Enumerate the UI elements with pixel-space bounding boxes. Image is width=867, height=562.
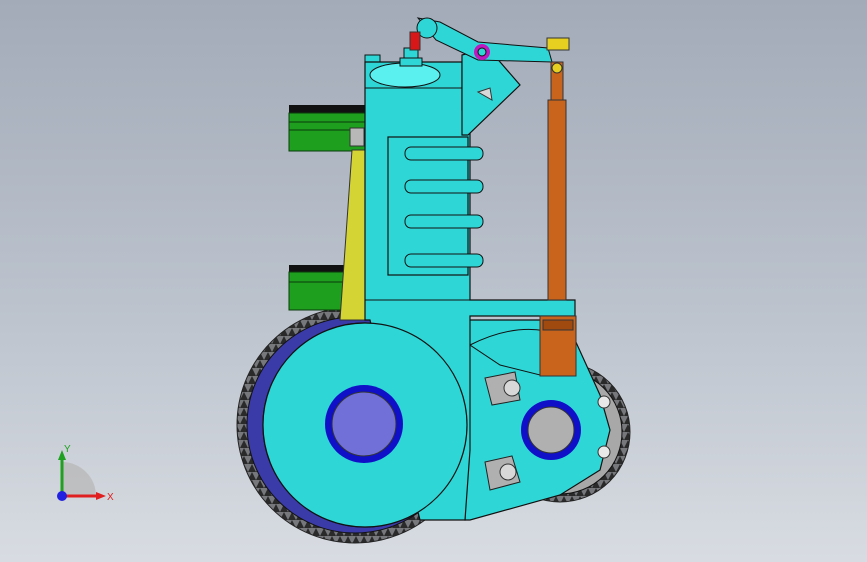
upper-piston[interactable]: [288, 105, 366, 152]
lower-piston[interactable]: [288, 265, 350, 311]
coordinate-triad: Y X: [57, 444, 114, 503]
z-axis: [57, 491, 67, 501]
x-axis-label: X: [107, 492, 114, 503]
y-axis-label: Y: [64, 444, 71, 455]
push-rod[interactable]: [546, 37, 570, 301]
connecting-rod[interactable]: [339, 149, 367, 321]
rocker-arm[interactable]: [416, 17, 553, 63]
valve-spring[interactable]: [399, 31, 423, 67]
graphics-viewport[interactable]: Y X: [0, 0, 867, 562]
engine-model[interactable]: [0, 0, 867, 562]
push-rod-tube[interactable]: [539, 315, 577, 377]
